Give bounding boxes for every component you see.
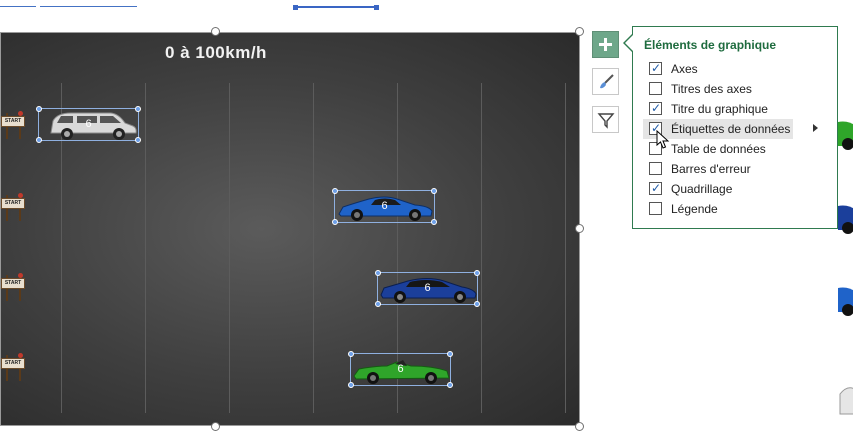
- chart-styles-button[interactable]: [592, 68, 619, 95]
- offscreen-car-silver-icon: [838, 380, 853, 420]
- chart-elements-button[interactable]: [592, 31, 619, 58]
- start-sign-icon: START: [1, 353, 25, 381]
- chart-area[interactable]: 0 à 100km/h START START START START 6 6 …: [0, 32, 580, 426]
- brush-icon: [599, 73, 614, 88]
- worksheet-cell[interactable]: [40, 0, 137, 7]
- chart-resize-handle-bottom-right[interactable]: [575, 422, 584, 431]
- panel-pointer-inner: [625, 35, 633, 51]
- submenu-arrow-icon[interactable]: [813, 124, 818, 132]
- checkbox[interactable]: [649, 82, 662, 95]
- gridline: [481, 83, 482, 413]
- filter-icon: [596, 112, 615, 129]
- checkbox[interactable]: [649, 162, 662, 175]
- data-label[interactable]: 6: [335, 200, 434, 212]
- start-sign-icon: START: [1, 111, 25, 139]
- gridline: [229, 83, 230, 413]
- check-icon: ✓: [651, 101, 662, 115]
- check-icon: ✓: [651, 181, 662, 195]
- gridline: [145, 83, 146, 413]
- checkbox[interactable]: ✓: [649, 101, 662, 115]
- chart-resize-handle-right[interactable]: [575, 224, 584, 233]
- checkbox[interactable]: [649, 202, 662, 215]
- data-label[interactable]: 6: [39, 118, 138, 130]
- offscreen-car-blue-sport-icon: [838, 278, 853, 318]
- selected-shape-bottom-edge[interactable]: [293, 0, 379, 10]
- worksheet-cell[interactable]: [0, 0, 36, 7]
- worksheet-cells-strip: [0, 0, 853, 10]
- data-point-car-blue-sport[interactable]: 6: [332, 188, 437, 225]
- chart-resize-handle-top[interactable]: [211, 27, 220, 36]
- offscreen-car-blue-icon: [838, 196, 853, 236]
- plus-icon: [599, 38, 612, 51]
- chart-element-error-bars[interactable]: Barres d'erreur: [643, 159, 793, 179]
- start-sign-icon: START: [1, 273, 25, 301]
- chart-resize-handle-top-right[interactable]: [575, 27, 584, 36]
- data-point-car-green[interactable]: 6: [348, 351, 453, 388]
- data-point-car-silver[interactable]: 6: [36, 106, 141, 143]
- checkbox[interactable]: ✓: [649, 61, 662, 75]
- offscreen-car-green-icon: [838, 112, 853, 152]
- mouse-cursor-icon: [656, 130, 670, 149]
- chart-element-axes[interactable]: ✓ Axes: [643, 59, 793, 79]
- chart-element-gridlines[interactable]: ✓ Quadrillage: [643, 179, 793, 199]
- chart-filters-button[interactable]: [592, 106, 619, 133]
- chart-element-chart-title[interactable]: ✓ Titre du graphique: [643, 99, 793, 119]
- chart-elements-panel: Éléments de graphique ✓ Axes Titres des …: [632, 26, 838, 229]
- chart-element-axis-titles[interactable]: Titres des axes: [643, 79, 793, 99]
- data-label[interactable]: 6: [378, 282, 477, 294]
- data-point-car-blue-sedan[interactable]: 6: [375, 270, 480, 307]
- checkbox[interactable]: ✓: [649, 181, 662, 195]
- chart-resize-handle-bottom[interactable]: [211, 422, 220, 431]
- panel-title: Éléments de graphique: [644, 38, 777, 52]
- start-sign-icon: START: [1, 193, 25, 221]
- check-icon: ✓: [651, 61, 662, 75]
- gridline: [313, 83, 314, 413]
- chart-element-legend[interactable]: Légende: [643, 199, 793, 219]
- chart-title[interactable]: 0 à 100km/h: [1, 43, 431, 63]
- gridline: [565, 83, 566, 413]
- data-label[interactable]: 6: [351, 363, 450, 375]
